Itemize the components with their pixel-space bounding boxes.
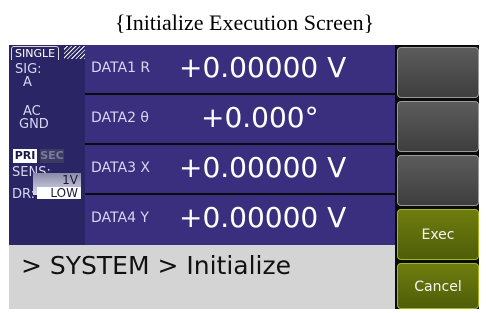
cancel-button[interactable]: Cancel — [397, 263, 479, 309]
dynamic-reserve-value: LOW — [50, 186, 78, 200]
measurement-mode-tab: SINGLE — [11, 46, 60, 60]
sensitivity-value: 1V — [62, 173, 78, 187]
instrument-screen: SINGLE SIG: A AC GND PRI SEC SENS: 1V DR… — [9, 45, 479, 309]
data2-name: DATA2 θ — [91, 110, 149, 126]
dr-label: DR: — [12, 187, 36, 202]
soft-key-1[interactable] — [397, 47, 479, 98]
exec-label: Exec — [421, 227, 455, 243]
data1-name: DATA1 R — [91, 60, 151, 76]
data1-value: +0.00000 V — [179, 51, 347, 84]
data-row-3: DATA3 X +0.00000 V — [85, 145, 395, 193]
data-row-1: DATA1 R +0.00000 V — [85, 45, 395, 93]
secondary-indicator: SEC — [40, 149, 64, 163]
data-row-4: DATA4 Y +0.00000 V — [85, 195, 395, 245]
data4-name: DATA4 Y — [91, 210, 149, 226]
ground-value: GND — [19, 117, 49, 132]
tab-stripes-decoration — [64, 46, 86, 59]
cancel-label: Cancel — [414, 279, 462, 295]
primary-indicator: PRI — [13, 149, 37, 163]
sig-value: A — [23, 75, 32, 90]
message-area: > SYSTEM > Initialize — [9, 245, 395, 309]
soft-key-3[interactable] — [397, 155, 479, 206]
breadcrumb: > SYSTEM > Initialize — [21, 251, 292, 280]
dynamic-reserve-box: LOW — [37, 187, 81, 199]
data4-value: +0.00000 V — [179, 201, 347, 234]
data2-value: +0.000° — [201, 101, 319, 134]
data-row-2: DATA2 θ +0.000° — [85, 95, 395, 143]
screen-caption: {Initialize Execution Screen} — [114, 10, 375, 35]
soft-key-2[interactable] — [397, 101, 479, 152]
data3-value: +0.00000 V — [179, 151, 347, 184]
exec-button[interactable]: Exec — [397, 209, 479, 260]
data3-name: DATA3 X — [91, 160, 151, 176]
status-panel: SINGLE SIG: A AC GND PRI SEC SENS: 1V DR… — [9, 45, 86, 245]
